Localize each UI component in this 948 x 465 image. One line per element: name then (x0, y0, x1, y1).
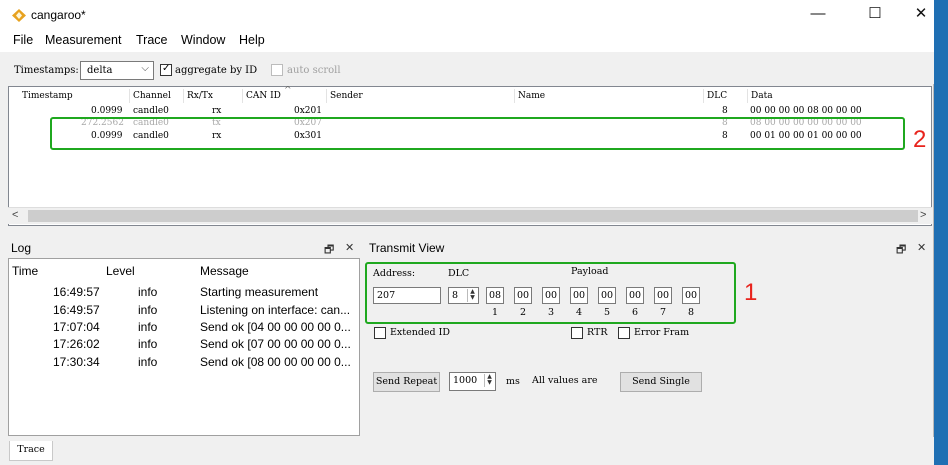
log-time: 16:49:57 (53, 303, 100, 317)
scroll-right-icon[interactable]: > (920, 209, 926, 221)
menu-help[interactable]: Help (239, 33, 265, 47)
send-single-button[interactable]: Send Single (620, 372, 702, 392)
sort-ascending-icon: ^ (284, 86, 292, 96)
col-can-id[interactable]: CAN ID (242, 89, 281, 103)
col-time[interactable]: Time (12, 264, 38, 278)
log-level: info (138, 285, 158, 299)
log-time: 17:26:02 (53, 337, 100, 351)
main-window: cangaroo* — ☐ ✕ File Measurement Trace W… (0, 0, 934, 465)
close-icon[interactable]: ✕ (917, 241, 926, 254)
log-message: Send ok [08 00 00 00 00 0... (200, 355, 351, 369)
menu-file[interactable]: File (13, 33, 33, 47)
extended-id-checkbox[interactable] (374, 327, 386, 339)
aggregate-checkbox[interactable]: ✓ (160, 63, 172, 76)
log-level: info (138, 337, 158, 351)
annotation-label-1: 1 (744, 279, 758, 306)
cell-channel: candle0 (133, 106, 169, 116)
log-message: Send ok [04 00 00 00 00 0... (200, 320, 351, 334)
timestamps-select[interactable]: delta ⌵ (80, 61, 154, 80)
log-message: Send ok [07 00 00 00 00 0... (200, 337, 351, 351)
col-data[interactable]: Data (747, 89, 773, 103)
timestamps-value: delta (87, 65, 113, 76)
cell-timestamp: 0.0999 (91, 106, 123, 116)
tab-trace[interactable]: Trace (9, 441, 53, 461)
repeat-interval-value: 1000 (453, 375, 478, 386)
menu-window[interactable]: Window (181, 33, 225, 47)
ms-label: ms (506, 376, 520, 387)
col-rxtx[interactable]: Rx/Tx (183, 89, 213, 103)
log-time: 16:49:57 (53, 285, 100, 299)
kangaroo-logo-icon (12, 9, 26, 22)
send-repeat-button[interactable]: Send Repeat (373, 372, 440, 392)
repeat-interval-spinbox[interactable]: 1000 ▲ ▼ (449, 372, 496, 391)
col-dlc[interactable]: DLC (703, 89, 727, 103)
menu-bar: File Measurement Trace Window Help (0, 30, 934, 52)
menu-trace[interactable]: Trace (136, 33, 168, 47)
col-message[interactable]: Message (200, 264, 249, 278)
trace-table[interactable]: Timestamp Channel Rx/Tx CAN ID ^ Sender … (8, 86, 932, 226)
horizontal-scrollbar[interactable]: < > (8, 207, 932, 224)
annotation-label-2: 2 (913, 126, 927, 153)
maximize-button[interactable]: ☐ (852, 0, 898, 30)
aggregate-label: aggregate by ID (175, 65, 258, 76)
close-icon[interactable]: ✕ (345, 241, 354, 254)
toolbar: Timestamps: delta ⌵ ✓ aggregate by ID au… (0, 52, 934, 84)
autoscroll-checkbox[interactable] (271, 64, 283, 76)
col-channel[interactable]: Channel (129, 89, 171, 103)
log-level: info (138, 303, 158, 317)
log-dock-title: Log (11, 241, 32, 255)
log-time: 17:07:04 (53, 320, 100, 334)
error-frame-label: Error Fram (634, 327, 690, 338)
log-table[interactable]: Time Level Message 16:49:57 info Startin… (8, 258, 360, 436)
col-sender[interactable]: Sender (326, 89, 363, 103)
cell-data: 00 00 00 00 08 00 00 00 (750, 106, 862, 116)
col-timestamp[interactable]: Timestamp (19, 89, 73, 103)
rtr-label: RTR (587, 327, 608, 338)
log-message: Listening on interface: can... (200, 303, 351, 317)
annotation-box-1 (365, 262, 736, 324)
cell-can-id: 0x201 (294, 106, 322, 116)
col-level[interactable]: Level (106, 264, 135, 278)
menu-measurement[interactable]: Measurement (45, 33, 121, 47)
status-bar: Trace (0, 437, 934, 465)
timestamps-label: Timestamps: (14, 65, 79, 76)
scroll-left-icon[interactable]: < (12, 209, 18, 221)
log-level: info (138, 355, 158, 369)
log-level: info (138, 320, 158, 334)
minimize-button[interactable]: — (795, 0, 841, 30)
scrollbar-thumb[interactable] (28, 210, 918, 222)
title-bar: cangaroo* — ☐ ✕ (0, 0, 934, 30)
cell-dlc: 8 (722, 106, 728, 116)
log-message: Starting measurement (200, 285, 319, 299)
all-values-label: All values are (532, 375, 598, 386)
rtr-checkbox[interactable] (571, 327, 583, 339)
error-frame-checkbox[interactable] (618, 327, 630, 339)
col-name[interactable]: Name (514, 89, 545, 103)
close-button[interactable]: ✕ (898, 0, 944, 30)
check-icon: ✓ (162, 63, 171, 74)
annotation-box-2 (50, 117, 905, 150)
extended-id-label: Extended ID (390, 327, 451, 338)
chevron-down-icon: ⌵ (141, 63, 149, 74)
spin-arrows-icon[interactable]: ▲ ▼ (484, 374, 494, 387)
transmit-dock-title: Transmit View (369, 241, 445, 255)
log-time: 17:30:34 (53, 355, 100, 369)
cell-rxtx: rx (212, 106, 222, 116)
window-title: cangaroo* (31, 8, 86, 22)
autoscroll-label: auto scroll (287, 65, 341, 76)
